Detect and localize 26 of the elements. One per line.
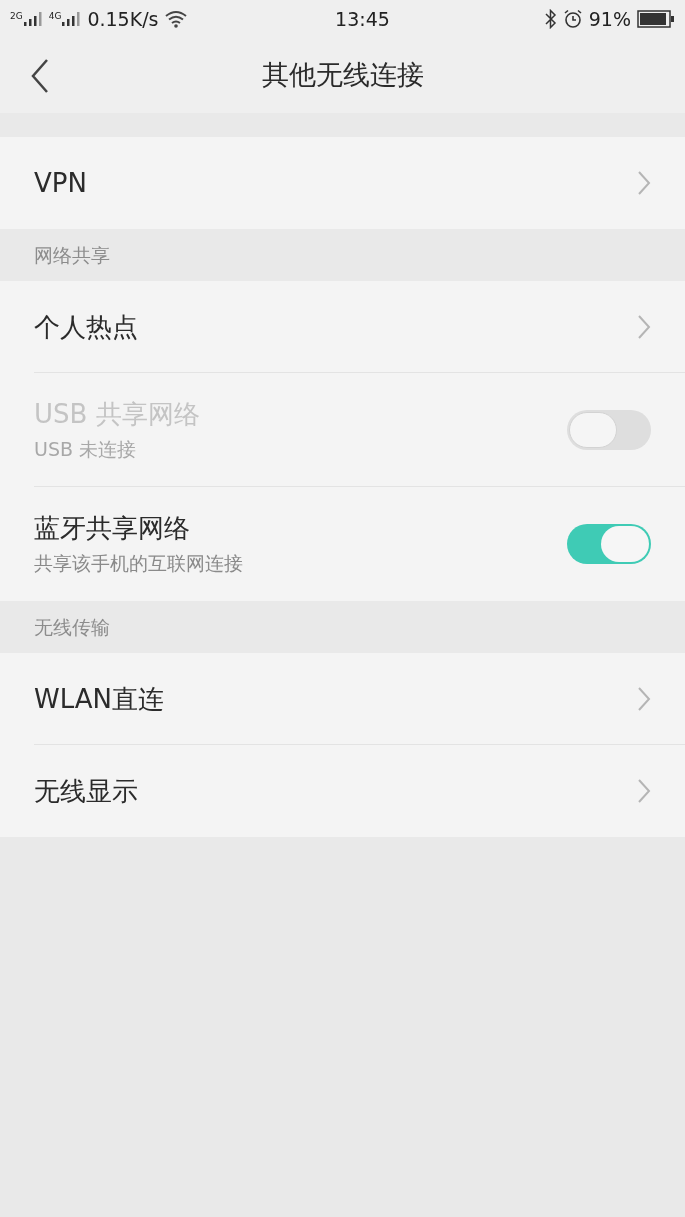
- network-type: 2G: [10, 12, 23, 21]
- network-type: 4G: [48, 12, 62, 21]
- chevron-icon: [637, 778, 651, 804]
- bluetooth-icon: [544, 9, 557, 29]
- back-icon: [30, 57, 50, 94]
- wifi-icon: [164, 10, 189, 28]
- setting-title[interactable]: WLAN直连: [34, 681, 637, 716]
- setting-title[interactable]: 蓝牙共享网络: [34, 511, 567, 545]
- chevron-icon: [637, 313, 651, 340]
- toggle-switch[interactable]: [567, 524, 651, 564]
- alarm-icon: [562, 9, 583, 29]
- section-heading: 网络共享: [34, 242, 110, 268]
- page-title: 其他无线连接: [260, 58, 425, 93]
- setting-subtitle: USB 未连接: [34, 436, 138, 462]
- section-heading: 无线传输: [34, 614, 110, 640]
- chevron-icon: [637, 170, 651, 196]
- setting-title[interactable]: 个人热点: [34, 309, 637, 344]
- chevron-icon: [637, 685, 651, 712]
- battery-icon: [637, 10, 675, 28]
- clock: 13:45: [335, 6, 390, 32]
- network-speed: 0.15K/s: [87, 6, 159, 32]
- setting-title[interactable]: 无线显示: [34, 774, 637, 808]
- battery-percent: 91%: [588, 6, 631, 32]
- setting-subtitle: 共享该手机的互联网连接: [34, 551, 244, 576]
- signal-icon: [22, 12, 43, 26]
- signal-icon: [61, 12, 82, 26]
